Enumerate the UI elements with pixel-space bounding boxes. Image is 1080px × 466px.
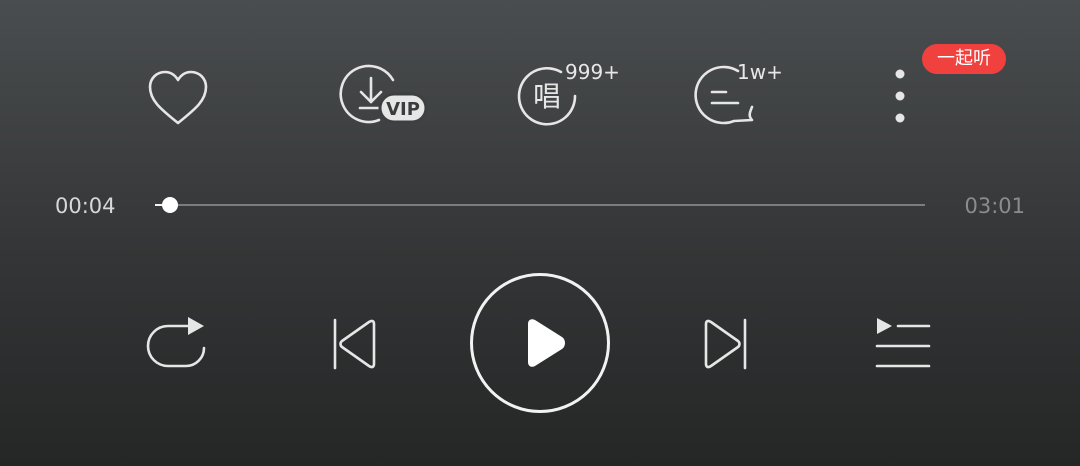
listen-together-badge[interactable]: 一起听	[922, 44, 1006, 74]
sing-count: 999+	[565, 60, 620, 84]
next-button[interactable]	[702, 318, 748, 370]
download-button[interactable]: VIP	[339, 64, 431, 126]
skip-next-icon	[704, 318, 747, 370]
like-button[interactable]	[148, 70, 208, 126]
repeat-button[interactable]	[146, 316, 210, 372]
music-player: VIP 唱 999+ 1w+ 一起听 00:04 03:01	[0, 0, 1080, 466]
progress-thumb[interactable]	[162, 197, 178, 213]
play-button[interactable]	[470, 273, 610, 413]
progress-track[interactable]	[155, 197, 925, 213]
skip-previous-icon	[333, 318, 376, 370]
vip-badge-text: VIP	[386, 99, 420, 120]
play-icon	[528, 319, 565, 367]
heart-icon	[148, 70, 208, 125]
playlist-button[interactable]	[874, 316, 932, 370]
more-vertical-icon	[895, 69, 905, 123]
previous-button[interactable]	[332, 318, 378, 370]
total-time: 03:01	[964, 194, 1025, 218]
playlist-icon	[875, 318, 931, 368]
download-icon: VIP	[339, 64, 428, 124]
current-time: 00:04	[55, 194, 116, 218]
comment-count: 1w+	[737, 60, 783, 84]
more-button[interactable]	[888, 66, 912, 126]
sing-glyph: 唱	[533, 80, 561, 113]
repeat-icon	[146, 317, 206, 368]
